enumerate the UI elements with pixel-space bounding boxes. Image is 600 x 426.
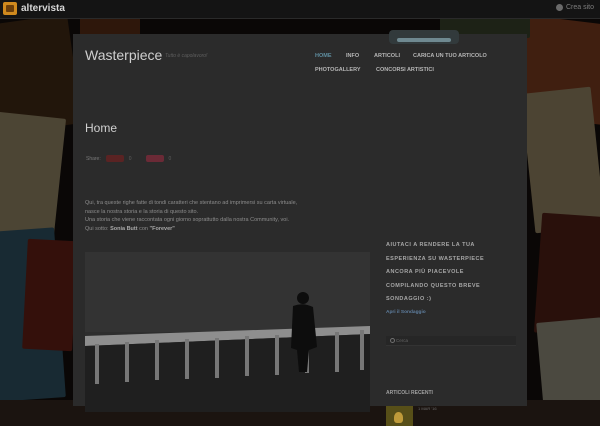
site-tagline: Tutto è capolavoro! xyxy=(165,53,208,59)
altervista-logo-text: altervista xyxy=(21,3,65,14)
share-count-2: 0 xyxy=(168,155,172,162)
altervista-topbar: altervista Crea sito xyxy=(0,0,600,19)
intro-prefix: Qui sotto: xyxy=(85,225,111,232)
featured-photo[interactable] xyxy=(85,252,370,412)
recent-article-date: 1 MAR '16 xyxy=(418,406,437,411)
sidebar: AIUTACI A RENDERE LA TUA ESPERIENZA SU W… xyxy=(386,239,516,315)
featured-author: Sonia Butt xyxy=(110,225,138,232)
nav-item-articoli[interactable]: ARTICOLI xyxy=(374,53,400,59)
share-button-2[interactable] xyxy=(145,155,164,162)
page-title: Home xyxy=(85,121,118,135)
altervista-logo[interactable]: altervista xyxy=(3,2,65,15)
share-label: Share: xyxy=(86,155,101,162)
main-page-panel: Wasterpiece Tutto è capolavoro! HOME INF… xyxy=(73,34,527,426)
create-site-link[interactable]: Crea sito xyxy=(555,4,594,11)
nav-item-home[interactable]: HOME xyxy=(315,53,332,59)
survey-heading-line-4: COMPILANDO QUESTO BREVE xyxy=(386,282,481,289)
share-bar: Share: 0 0 xyxy=(86,155,171,162)
survey-heading-line-1: AIUTACI A RENDERE LA TUA xyxy=(386,242,475,248)
survey-heading-line-5: SONDAGGIO :) xyxy=(386,296,432,302)
survey-heading-line-2: ESPERIENZA SU WASTERPIECE xyxy=(386,255,485,262)
nav-item-photogallery[interactable]: PHOTOGALLERY xyxy=(315,67,361,73)
recent-article-thumbnail[interactable] xyxy=(386,406,413,426)
create-site-label: Crea sito xyxy=(565,4,594,11)
search-icon xyxy=(390,338,395,343)
survey-heading-line-3: ANCORA PIÙ PIACEVOLE xyxy=(386,269,464,275)
share-count-1: 0 xyxy=(128,155,132,162)
recent-articles-heading: ARTICOLI RECENTI xyxy=(386,390,433,396)
intro-text: Qui, tra queste righe fatte di tondi car… xyxy=(85,199,370,233)
altervista-logo-icon xyxy=(3,2,17,15)
panel-toggle-tab[interactable] xyxy=(389,30,459,44)
featured-work-title: "Forever" xyxy=(149,225,175,232)
share-button-1[interactable] xyxy=(105,155,124,162)
search-field[interactable]: Cerca xyxy=(386,336,516,346)
site-title[interactable]: Wasterpiece xyxy=(85,47,162,63)
search-placeholder: Cerca xyxy=(396,337,409,343)
intro-line-3: Una storia che viene raccontata ogni gio… xyxy=(85,217,290,223)
intro-line-4: Qui sotto: Sonia Butt con "Forever" xyxy=(85,225,370,234)
intro-line-1: Qui, tra queste righe fatte di tondi car… xyxy=(85,200,298,206)
intro-line-2: nasce la nostra storia e la storia di qu… xyxy=(85,208,199,215)
survey-link[interactable]: Apri il Sondaggio xyxy=(386,310,516,315)
nav-item-info[interactable]: INFO xyxy=(346,53,359,59)
nav-item-concorsi-artistici[interactable]: CONCORSI ARTISTICI xyxy=(376,67,434,73)
intro-mid: con xyxy=(137,225,150,232)
nav-item-carica-articolo[interactable]: CARICA UN TUO ARTICOLO xyxy=(413,53,487,59)
pencil-icon xyxy=(555,4,563,11)
